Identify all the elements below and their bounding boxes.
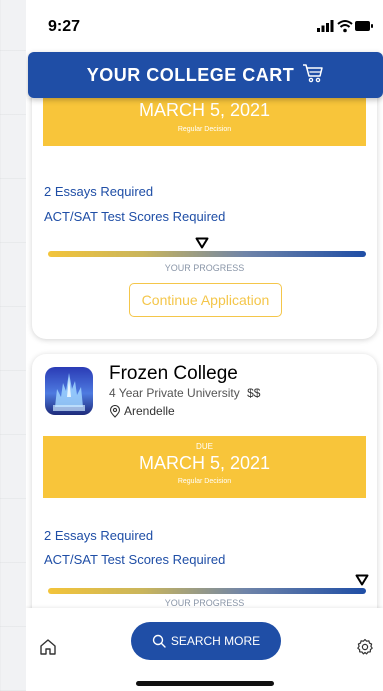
progress-label: YOUR PROGRESS [164,598,245,608]
search-icon [152,634,166,648]
requirement-essays: 2 Essays Required [44,528,154,543]
price-level: $$ [247,386,261,400]
battery-icon [355,21,373,31]
progress-marker [355,574,369,586]
wifi-icon [337,20,353,33]
requirement-test-scores: ACT/SAT Test Scores Required [44,552,226,567]
decision-type: Regular Decision [177,126,232,133]
gear-icon[interactable] [356,638,374,661]
status-time: 9:27 [48,18,81,35]
location-pin-icon [109,404,121,418]
signal-icon [317,20,334,32]
requirement-test-scores: ACT/SAT Test Scores Required [44,209,226,224]
requirement-essays: 2 Essays Required [44,184,154,199]
due-date: MARCH 5, 2021 [138,453,271,473]
due-date-box: MARCH 5, 2021 Regular Decision [43,98,366,146]
college-logo [45,367,93,415]
due-date-box: DUE MARCH 5, 2021 Regular Decision [43,436,366,498]
cart-list[interactable]: MARCH 5, 2021 Regular Decision 2 Essays … [26,98,383,608]
college-card: Frozen College 4 Year Private University… [32,354,377,608]
decision-type: Regular Decision [177,478,232,485]
home-indicator [136,681,274,686]
progress-label: YOUR PROGRESS [164,263,245,273]
header-title: YOUR COLLEGE CART [86,64,295,85]
progress-bar [48,251,366,257]
progress-bar [48,588,366,594]
shopping-cart-icon[interactable] [302,63,324,88]
continue-application-button[interactable]: Continue Application [129,283,282,317]
cart-header: YOUR COLLEGE CART [28,52,383,98]
due-label: DUE [196,442,213,451]
college-type: 4 Year Private University $$ [109,386,260,400]
location-text: Arendelle [124,404,175,418]
search-more-button[interactable]: SEARCH MORE [131,622,281,660]
bottom-nav: SEARCH MORE [26,608,383,691]
status-bar: 9:27 [26,0,383,52]
college-name[interactable]: Frozen College [109,363,238,385]
home-icon[interactable] [39,638,57,661]
search-more-label: SEARCH MORE [170,634,261,648]
college-location: Arendelle [109,404,175,418]
college-type-text: 4 Year Private University [109,386,240,400]
college-card: MARCH 5, 2021 Regular Decision 2 Essays … [32,98,377,339]
status-icons [317,19,373,38]
progress-marker [195,237,209,249]
due-date: MARCH 5, 2021 [138,100,271,120]
phone-screen: 9:27 YOUR COLLEGE CART MARCH 5, 2021 Reg… [26,0,383,691]
